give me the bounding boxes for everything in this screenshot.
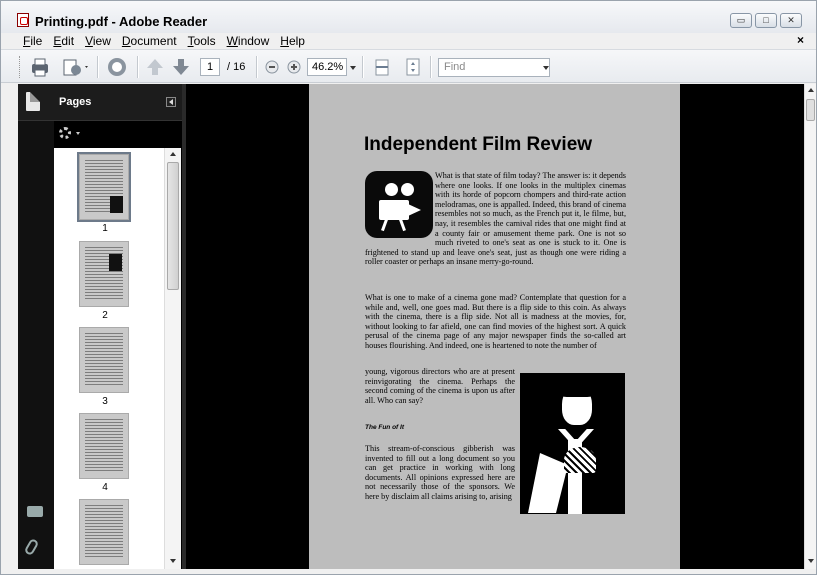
paragraph-1: What is that state of film today? The an… [365,171,626,267]
zoom-out-button[interactable] [263,56,281,78]
document-close-button[interactable]: × [797,33,804,47]
thumbnail-page-3[interactable] [79,327,129,395]
previous-page-button[interactable] [145,56,165,78]
thumbnail-label: 3 [102,396,108,407]
scroll-up-arrow-icon[interactable] [170,152,176,156]
toolbar-separator [137,56,139,78]
menu-edit[interactable]: Edit [53,34,74,48]
window-controls: ▭ □ ✕ [730,13,802,28]
share-button[interactable] [61,56,91,78]
fit-page-button[interactable] [404,56,422,78]
menu-bar: File Edit View Document Tools Window Hel… [1,33,816,49]
window-title: Printing.pdf - Adobe Reader [35,14,208,29]
collapse-panel-button[interactable] [166,97,176,107]
section-subheading: The Fun of It [365,424,404,431]
next-page-button[interactable] [171,56,191,78]
scroll-up-arrow-icon[interactable] [808,88,814,92]
zoom-dropdown-arrow-icon[interactable] [350,66,356,70]
close-button[interactable]: ✕ [780,13,802,28]
paragraph-3: young, vigorous directors who are at pre… [365,367,515,405]
previous-page-icon [147,59,163,75]
scroll-down-arrow-icon[interactable] [170,559,176,563]
scroll-down-arrow-icon[interactable] [808,559,814,563]
document-title: Independent Film Review [364,134,593,155]
pages-panel-header: Pages [18,84,182,121]
pages-panel-icon[interactable] [26,92,40,111]
thumbnail-page-2[interactable] [79,241,129,309]
adobe-reader-window: Printing.pdf - Adobe Reader ▭ □ ✕ File E… [0,0,817,575]
scrollbar-thumb[interactable] [167,162,179,290]
pages-options-bar [54,121,182,147]
options-gear-icon[interactable] [59,127,71,139]
document-scrollbar[interactable] [804,84,816,569]
share-icon [63,59,88,76]
navigation-rail [18,84,54,569]
hand-tool-icon [108,58,126,76]
thumbnail-page-1[interactable] [77,152,131,222]
thumbnail-label: 4 [102,482,108,493]
zoom-in-icon [287,60,301,74]
thumbnail-image [79,241,129,307]
thumbnail-page-5[interactable] [79,499,129,567]
pdf-app-icon [17,13,29,27]
find-input[interactable]: Find [438,58,550,77]
thumbnail-image [79,499,129,565]
thumbnail-image [77,152,131,222]
page-number-input[interactable]: 1 [200,58,220,76]
print-icon [32,58,48,77]
toolbar-grip[interactable] [19,56,23,78]
fit-page-icon [406,58,420,76]
zoom-out-icon [265,60,279,74]
hand-tool-button[interactable] [105,56,129,78]
toolbar-separator [97,56,99,78]
options-caret-icon[interactable] [76,132,80,135]
menu-view[interactable]: View [85,34,111,48]
maximize-button[interactable]: □ [755,13,777,28]
man-with-cards-image [520,373,625,514]
next-page-icon [173,59,189,75]
paragraph-4: This stream-of-conscious gibberish was i… [365,444,515,501]
menu-help[interactable]: Help [280,34,305,48]
thumbnail-label: 1 [102,223,108,234]
pdf-page: Independent Film Review What is that sta… [309,84,680,569]
fit-width-button[interactable] [373,56,391,78]
menu-tools[interactable]: Tools [188,34,216,48]
fit-width-icon [375,59,389,76]
thumbnail-label: 2 [102,310,108,321]
comments-icon[interactable] [27,506,43,517]
pages-panel-label: Pages [59,96,92,108]
toolbar-separator [430,56,432,78]
zoom-level-input[interactable]: 46.2% [307,58,347,76]
minimize-button[interactable]: ▭ [730,13,752,28]
title-bar: Printing.pdf - Adobe Reader ▭ □ ✕ [1,1,816,33]
thumbnails-scrollbar[interactable] [164,148,181,569]
find-dropdown-arrow-icon[interactable] [543,66,549,70]
menu-window[interactable]: Window [227,34,270,48]
paragraph-2: What is one to make of a cinema gone mad… [365,293,626,350]
thumbnail-image [79,413,129,479]
toolbar-separator [362,56,364,78]
thumbnail-page-4[interactable] [79,413,129,481]
menu-document[interactable]: Document [122,34,177,48]
zoom-in-button[interactable] [285,56,303,78]
thumbnail-image [79,327,129,393]
scrollbar-thumb[interactable] [806,99,815,121]
page-thumbnails: 1 2 3 4 [54,148,164,569]
print-button[interactable] [29,56,51,78]
toolbar-separator [256,56,258,78]
page-total-label: / 16 [227,61,246,73]
menu-file[interactable]: File [23,34,42,48]
toolbar: 1 / 16 46.2% Find [1,49,816,83]
